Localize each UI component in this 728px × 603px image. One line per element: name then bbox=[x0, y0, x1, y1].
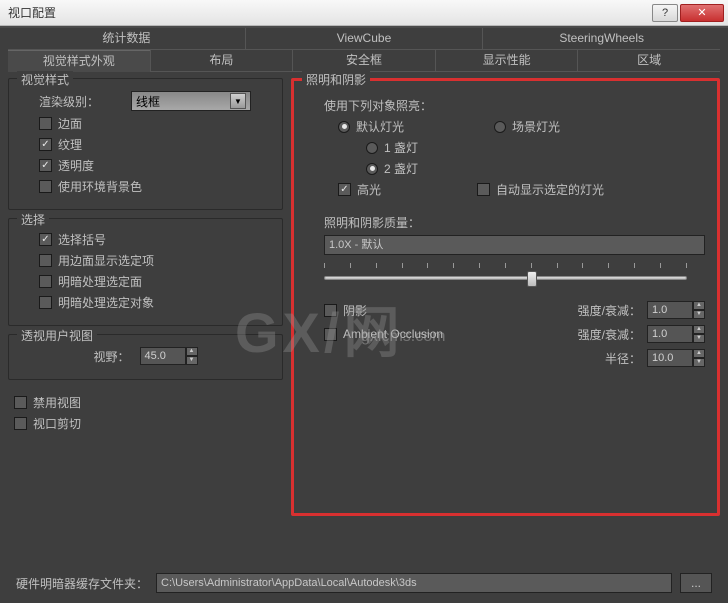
quality-slider[interactable] bbox=[324, 269, 687, 287]
radio-2light[interactable] bbox=[366, 163, 378, 175]
tab-region[interactable]: 区域 bbox=[577, 50, 720, 72]
help-button[interactable]: ? bbox=[652, 4, 678, 22]
checkbox-transparent[interactable] bbox=[39, 159, 52, 172]
tab-layout[interactable]: 布局 bbox=[150, 50, 293, 72]
fov-label: 视野： bbox=[93, 348, 129, 365]
render-level-dropdown[interactable]: 线框 ▼ bbox=[131, 91, 251, 111]
label-shadeobj: 明暗处理选定对象 bbox=[58, 294, 154, 311]
label-ao: Ambient Occlusion bbox=[343, 327, 443, 341]
checkbox-edge[interactable] bbox=[39, 117, 52, 130]
quality-label: 照明和阴影质量： bbox=[324, 214, 705, 231]
legend-selection: 选择 bbox=[17, 211, 49, 228]
ao-intensity-label: 强度/衰减： bbox=[578, 326, 641, 343]
label-bracket: 选择括号 bbox=[58, 231, 106, 248]
spinner-up-icon[interactable]: ▲ bbox=[693, 301, 705, 310]
tabs-level2: 视觉样式外观 布局 安全框 显示性能 区域 bbox=[8, 50, 720, 72]
legend-lighting: 照明和阴影 bbox=[302, 71, 370, 88]
spinner-down-icon[interactable]: ▼ bbox=[693, 334, 705, 343]
checkbox-texture[interactable] bbox=[39, 138, 52, 151]
tab-safeframe[interactable]: 安全框 bbox=[292, 50, 435, 72]
window-title: 视口配置 bbox=[8, 4, 650, 21]
tab-performance[interactable]: 显示性能 bbox=[435, 50, 578, 72]
label-default-light: 默认灯光 bbox=[356, 118, 404, 135]
ao-spinner[interactable]: 1.0 ▲▼ bbox=[647, 325, 705, 343]
spinner-up-icon[interactable]: ▲ bbox=[693, 349, 705, 358]
checkbox-shadeface[interactable] bbox=[39, 275, 52, 288]
spinner-up-icon[interactable]: ▲ bbox=[186, 347, 198, 356]
checkbox-envbg[interactable] bbox=[39, 180, 52, 193]
checkbox-bracket[interactable] bbox=[39, 233, 52, 246]
label-scene-light: 场景灯光 bbox=[512, 118, 560, 135]
spinner-down-icon[interactable]: ▼ bbox=[693, 358, 705, 367]
slider-thumb[interactable] bbox=[527, 271, 537, 287]
browse-button[interactable]: ... bbox=[680, 573, 712, 593]
label-transparent: 透明度 bbox=[58, 157, 94, 174]
shadow-intensity-label: 强度/衰减： bbox=[578, 302, 641, 319]
legend-perspective: 透视用户视图 bbox=[17, 327, 97, 344]
spinner-down-icon[interactable]: ▼ bbox=[693, 310, 705, 319]
label-highlight: 高光 bbox=[357, 181, 381, 198]
label-texture: 纹理 bbox=[58, 136, 82, 153]
render-level-label: 渲染级别： bbox=[39, 93, 99, 110]
checkbox-autoshow[interactable] bbox=[477, 183, 490, 196]
tab-visual-style[interactable]: 视觉样式外观 bbox=[8, 50, 150, 72]
radius-label: 半径： bbox=[605, 350, 641, 367]
cache-path-label: 硬件明暗器缓存文件夹： bbox=[16, 575, 148, 592]
checkbox-disable-view[interactable] bbox=[14, 396, 27, 409]
render-level-value: 线框 bbox=[136, 93, 160, 110]
label-shadeface: 明暗处理选定面 bbox=[58, 273, 142, 290]
label-shadow: 阴影 bbox=[343, 302, 367, 319]
label-edge: 边面 bbox=[58, 115, 82, 132]
checkbox-ao[interactable] bbox=[324, 328, 337, 341]
tabs-level1: 统计数据 ViewCube SteeringWheels bbox=[8, 28, 720, 50]
cache-path-row: 硬件明暗器缓存文件夹： C:\Users\Administrator\AppDa… bbox=[16, 573, 712, 593]
fov-spinner[interactable]: 45.0 ▲▼ bbox=[140, 347, 198, 365]
quality-select[interactable]: 1.0X - 默认 bbox=[324, 235, 705, 255]
spinner-up-icon[interactable]: ▲ bbox=[693, 325, 705, 334]
tab-steeringwheels[interactable]: SteeringWheels bbox=[482, 28, 720, 50]
group-selection: 选择 选择括号 用边面显示选定项 明暗处理选定面 明暗处理选定对象 bbox=[8, 218, 283, 326]
label-envbg: 使用环境背景色 bbox=[58, 178, 142, 195]
label-edgeshow: 用边面显示选定项 bbox=[58, 252, 154, 269]
tab-stats[interactable]: 统计数据 bbox=[8, 28, 245, 50]
tab-viewcube[interactable]: ViewCube bbox=[245, 28, 483, 50]
titlebar: 视口配置 ? ✕ bbox=[0, 0, 728, 26]
radius-value[interactable]: 10.0 bbox=[647, 349, 693, 367]
use-label: 使用下列对象照亮： bbox=[324, 97, 705, 114]
radio-1light[interactable] bbox=[366, 142, 378, 154]
dialog-body: 统计数据 ViewCube SteeringWheels 视觉样式外观 布局 安… bbox=[0, 28, 728, 603]
cache-path-input[interactable]: C:\Users\Administrator\AppData\Local\Aut… bbox=[156, 573, 672, 593]
checkbox-clip[interactable] bbox=[14, 417, 27, 430]
legend-visual-style: 视觉样式 bbox=[17, 71, 73, 88]
checkbox-highlight[interactable] bbox=[338, 183, 351, 196]
label-autoshow: 自动显示选定的灯光 bbox=[496, 181, 604, 198]
spinner-down-icon[interactable]: ▼ bbox=[186, 356, 198, 365]
close-button[interactable]: ✕ bbox=[680, 4, 724, 22]
group-perspective: 透视用户视图 视野： 45.0 ▲▼ bbox=[8, 334, 283, 380]
radius-spinner[interactable]: 10.0 ▲▼ bbox=[647, 349, 705, 367]
group-visual-style: 视觉样式 渲染级别： 线框 ▼ 边面 纹理 bbox=[8, 78, 283, 210]
label-1light: 1 盏灯 bbox=[384, 139, 418, 156]
ao-value[interactable]: 1.0 bbox=[647, 325, 693, 343]
chevron-down-icon: ▼ bbox=[230, 93, 246, 109]
checkbox-shadeobj[interactable] bbox=[39, 296, 52, 309]
radio-default-light[interactable] bbox=[338, 121, 350, 133]
checkbox-edgeshow[interactable] bbox=[39, 254, 52, 267]
shadow-spinner[interactable]: 1.0 ▲▼ bbox=[647, 301, 705, 319]
fov-value[interactable]: 45.0 bbox=[140, 347, 186, 365]
shadow-value[interactable]: 1.0 bbox=[647, 301, 693, 319]
group-lighting: 照明和阴影 使用下列对象照亮： 默认灯光 场景灯光 1 盏灯 bbox=[291, 78, 720, 516]
checkbox-shadow[interactable] bbox=[324, 304, 337, 317]
radio-scene-light[interactable] bbox=[494, 121, 506, 133]
label-disable-view: 禁用视图 bbox=[33, 394, 81, 411]
label-2light: 2 盏灯 bbox=[384, 160, 418, 177]
label-clip: 视口剪切 bbox=[33, 415, 81, 432]
